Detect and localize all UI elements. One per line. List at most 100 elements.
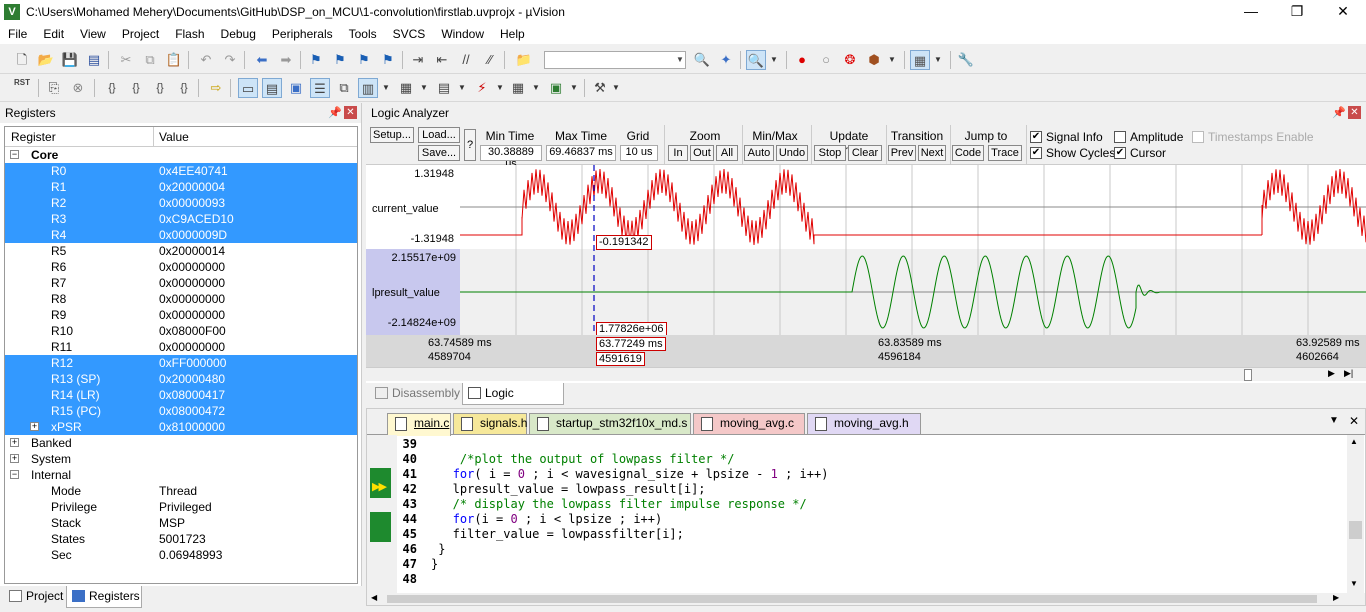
code-text[interactable]: filter_value = lowpassfilter[i]; xyxy=(431,527,684,542)
scroll-down-icon[interactable]: ▼ xyxy=(1350,579,1358,588)
la-scroll-right-icon[interactable]: ▶ xyxy=(1328,368,1335,379)
timestamps-checkbox[interactable] xyxy=(1192,131,1204,143)
code-text[interactable]: for( i = 0 ; i < wavesignal_size + lpsiz… xyxy=(431,467,829,482)
register-row[interactable]: R9 0x00000000 xyxy=(5,307,357,323)
disassembly-window-icon[interactable]: ▤ xyxy=(262,78,282,98)
memory-dropdown-icon[interactable]: ▼ xyxy=(416,78,432,98)
layout-dropdown-icon[interactable]: ▼ xyxy=(930,50,946,70)
register-value[interactable]: 0xFF000000 xyxy=(159,355,226,371)
prev-button[interactable]: Prev xyxy=(888,145,916,161)
call-stack-icon[interactable]: ⧉ xyxy=(334,78,354,98)
zoom-in-button[interactable]: In xyxy=(668,145,688,161)
editor-horizontal-scrollbar[interactable]: ◀ ▶ xyxy=(367,593,1365,605)
la-scroll-end-icon[interactable]: ▶| xyxy=(1344,368,1353,379)
nav-forward-icon[interactable]: ➡ xyxy=(276,50,296,70)
register-row[interactable]: R1 0x20000004 xyxy=(5,179,357,195)
uncomment-icon[interactable]: ⁄⁄ xyxy=(480,50,500,70)
tab-logic-analyzer[interactable]: Logic Analyzer xyxy=(462,383,564,420)
cut-icon[interactable]: ✂ xyxy=(116,50,136,70)
run-icon[interactable]: ⎘ xyxy=(44,78,64,98)
redo-icon[interactable]: ↷ xyxy=(220,50,240,70)
registers-window-icon[interactable]: ☰ xyxy=(310,78,330,98)
step-into-icon[interactable]: {} xyxy=(102,78,122,98)
expand-icon[interactable]: + xyxy=(10,438,19,447)
tree-node-group[interactable]: − Internal xyxy=(5,467,357,483)
scroll-up-icon[interactable]: ▲ xyxy=(1350,437,1358,446)
comment-icon[interactable]: // xyxy=(456,50,476,70)
close-logic-analyzer-icon[interactable]: ✕ xyxy=(1348,106,1361,119)
editor-hscroll-thumb[interactable] xyxy=(387,595,1317,603)
register-value[interactable]: 0x00000000 xyxy=(159,291,225,307)
system-viewer-dropdown-icon[interactable]: ▼ xyxy=(566,78,582,98)
internal-row[interactable]: Stack MSP xyxy=(5,515,357,531)
editor-scroll-thumb[interactable] xyxy=(1349,521,1362,539)
menu-peripherals[interactable]: Peripherals xyxy=(264,24,341,44)
serial-dropdown-icon[interactable]: ▼ xyxy=(454,78,470,98)
pin-icon[interactable]: 📌 xyxy=(328,106,342,119)
menu-edit[interactable]: Edit xyxy=(35,24,72,44)
register-row[interactable]: R7 0x00000000 xyxy=(5,275,357,291)
tab-registers[interactable]: Registers xyxy=(66,586,142,608)
bookmark-icon[interactable]: ⚑ xyxy=(306,50,326,70)
indent-icon[interactable]: ⇥ xyxy=(408,50,428,70)
help-button[interactable]: ? xyxy=(464,129,476,161)
register-row[interactable]: R6 0x00000000 xyxy=(5,259,357,275)
new-file-icon[interactable]: 🗋 xyxy=(12,50,32,70)
menu-debug[interactable]: Debug xyxy=(213,24,264,44)
find-combo-dropdown-icon[interactable]: ▼ xyxy=(670,50,690,70)
internal-row[interactable]: Mode Thread xyxy=(5,483,357,499)
save-all-icon[interactable]: ▤ xyxy=(84,50,104,70)
register-value[interactable]: 0xC9ACED10 xyxy=(159,211,234,227)
symbols-window-icon[interactable]: ▣ xyxy=(286,78,306,98)
code-text[interactable]: lpresult_value = lowpass_result[i]; xyxy=(431,482,706,497)
prev-bookmark-icon[interactable]: ⚑ xyxy=(330,50,350,70)
paste-icon[interactable]: 📋 xyxy=(164,50,184,70)
watch-window-icon[interactable]: ▥ xyxy=(358,78,378,98)
la-pin-icon[interactable]: 📌 xyxy=(1332,106,1346,119)
register-value[interactable]: 0x00000000 xyxy=(159,339,225,355)
system-viewer-icon[interactable]: ▣ xyxy=(546,78,566,98)
menu-help[interactable]: Help xyxy=(492,24,533,44)
step-over-icon[interactable]: {} xyxy=(126,78,146,98)
serial-window-icon[interactable]: ▤ xyxy=(434,78,454,98)
undo-icon[interactable]: ↶ xyxy=(196,50,216,70)
undo-button[interactable]: Undo xyxy=(776,145,808,161)
close-tab-icon[interactable]: ✕ xyxy=(1349,414,1359,428)
memory-window-icon[interactable]: ▦ xyxy=(396,78,416,98)
internal-row[interactable]: States 5001723 xyxy=(5,531,357,547)
register-value[interactable]: 0x08000F00 xyxy=(159,323,226,339)
toolbox-icon[interactable]: ⚒ xyxy=(590,78,610,98)
trace-window-icon[interactable]: ▦ xyxy=(508,78,528,98)
load-button[interactable]: Load... xyxy=(418,127,460,143)
code-text[interactable]: } xyxy=(431,542,445,557)
next-bookmark-icon[interactable]: ⚑ xyxy=(354,50,374,70)
analysis-window-icon[interactable]: ⚡ xyxy=(472,78,492,98)
command-window-icon[interactable]: ▭ xyxy=(238,78,258,98)
register-row[interactable]: R14 (LR) 0x08000417 xyxy=(5,387,357,403)
register-value[interactable]: 0x20000004 xyxy=(159,179,225,195)
scroll-left-icon[interactable]: ◀ xyxy=(371,593,377,602)
find-combo[interactable] xyxy=(544,51,686,69)
tree-node-group[interactable]: + System xyxy=(5,451,357,467)
toolbox-dropdown-icon[interactable]: ▼ xyxy=(608,78,624,98)
debug-dropdown-icon[interactable]: ▼ xyxy=(766,50,782,70)
amplitude-checkbox[interactable] xyxy=(1114,131,1126,143)
collapse-icon[interactable]: − xyxy=(10,470,19,479)
register-row[interactable]: R0 0x4EE40741 xyxy=(5,163,357,179)
copy-icon[interactable]: ⧉ xyxy=(140,50,160,70)
restore-button[interactable]: ❐ xyxy=(1274,0,1320,24)
register-row[interactable]: R5 0x20000014 xyxy=(5,243,357,259)
reset-button[interactable]: RST xyxy=(12,78,32,98)
signal-info-checkbox[interactable]: ✔ xyxy=(1030,131,1042,143)
register-value[interactable]: 0x0000009D xyxy=(159,227,227,243)
minimize-button[interactable]: — xyxy=(1228,0,1274,24)
save-button[interactable]: Save... xyxy=(418,145,460,161)
menu-file[interactable]: File xyxy=(0,24,35,44)
waveform-plot[interactable] xyxy=(460,165,1366,335)
trace-dropdown-icon[interactable]: ▼ xyxy=(528,78,544,98)
auto-button[interactable]: Auto xyxy=(744,145,774,161)
code-text[interactable]: for(i = 0 ; i < lpsize ; i++) xyxy=(431,512,663,527)
register-value[interactable]: 0x00000000 xyxy=(159,307,225,323)
zoom-all-button[interactable]: All xyxy=(716,145,738,161)
clear-button[interactable]: Clear xyxy=(848,145,882,161)
